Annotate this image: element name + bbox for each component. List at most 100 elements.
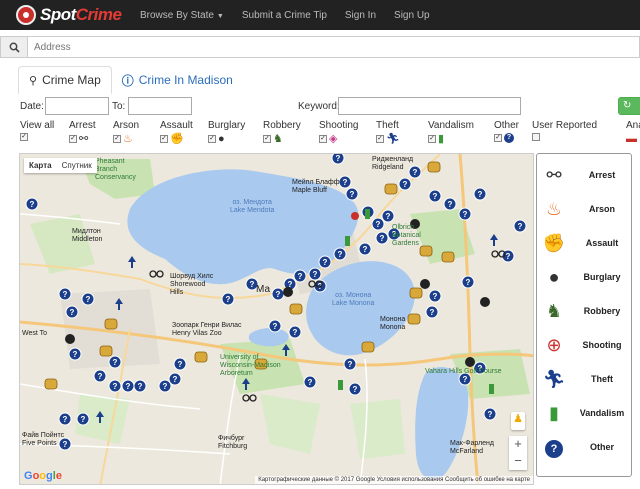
label-ridgeland: Ридженланд Ridgeland — [372, 156, 414, 171]
label-lake-mendota: оз. Мендота Lake Mendota — [230, 199, 275, 214]
keyword-label: Keyword: — [298, 101, 340, 112]
legend-theft: 🏃︎ Theft — [537, 364, 633, 394]
filter-user-reported[interactable]: User Reported — [532, 120, 597, 141]
caret-down-icon: ▼ — [216, 12, 224, 20]
legend-other: ? Other — [537, 432, 633, 462]
checkbox[interactable] — [532, 133, 540, 141]
label-west-town: West To — [22, 330, 48, 337]
label-five-points: Файв Пойнтс Five Points — [22, 432, 65, 447]
zoom-out-button[interactable]: − — [509, 453, 527, 470]
nav-browse-by-state[interactable]: Browse By State ▼ — [140, 10, 224, 21]
nav-sign-in[interactable]: Sign In — [345, 10, 376, 21]
svg-text:?: ? — [386, 212, 391, 221]
label-fitchburg: Фичбург Fitchburg — [218, 435, 248, 450]
svg-text:?: ? — [63, 290, 68, 299]
question-mark-icon: ? — [537, 436, 571, 458]
question-mark-icon: ? — [504, 133, 514, 143]
crime-legend: ⚯ Arrest ♨ Arson ✊ Assault ● Burglary ♞ Robbe… — [536, 153, 632, 477]
filter-other[interactable]: Other ✓? — [494, 120, 519, 143]
filter-burglary[interactable]: Burglary ✓ ● — [208, 120, 245, 145]
svg-text:?: ? — [433, 292, 438, 301]
svg-text:?: ? — [313, 270, 318, 279]
map-pin-icon: ⚲ — [29, 74, 38, 87]
filter-assault[interactable]: Assault ✓ ✊ — [160, 120, 193, 145]
checkbox[interactable]: ✓ — [494, 134, 502, 142]
svg-text:?: ? — [488, 410, 493, 419]
tab-crime-map[interactable]: ⚲ Crime Map — [18, 66, 112, 94]
crime-map[interactable]: ??? ??? ??? ??? ??? ??? ??? ??? ??? ??? … — [19, 153, 534, 485]
logo-badge-icon — [16, 5, 36, 25]
checkbox[interactable]: ✓ — [376, 135, 384, 143]
thief-icon: 🏃︎ — [542, 368, 566, 389]
label-mcfarland: Мак-Фарленд McFarland — [450, 440, 494, 455]
svg-text:?: ? — [293, 328, 298, 337]
date-from-input[interactable] — [45, 97, 109, 115]
legend-robbery: ♞ Robbery — [537, 296, 633, 326]
svg-text:?: ? — [30, 200, 35, 209]
filter-shooting[interactable]: Shooting ✓ ◈ — [319, 120, 358, 145]
refresh-button[interactable]: ↻ — [618, 97, 640, 115]
filter-theft[interactable]: Theft ✓ 🏃︎ — [376, 120, 400, 145]
svg-text:?: ? — [138, 382, 143, 391]
date-to-input[interactable] — [128, 97, 192, 115]
date-filter-row: Date: To: Keyword: ↻ — [0, 97, 640, 117]
svg-text:?: ? — [403, 180, 408, 189]
burglar-icon: ● — [548, 266, 560, 287]
svg-text:?: ? — [113, 382, 118, 391]
checkbox[interactable]: ✓ — [69, 135, 77, 143]
nav-sign-up[interactable]: Sign Up — [394, 10, 430, 21]
filter-vandalism[interactable]: Vandalism ✓ ▮ — [428, 120, 474, 145]
fire-icon: ♨ — [123, 133, 133, 145]
checkbox[interactable]: ✓ — [319, 135, 327, 143]
svg-text:?: ? — [338, 250, 343, 259]
checkbox[interactable]: ✓ — [20, 133, 28, 141]
legend-burglary: ● Burglary — [537, 262, 633, 292]
svg-text:?: ? — [348, 360, 353, 369]
svg-text:?: ? — [466, 278, 471, 287]
address-input[interactable] — [28, 36, 640, 58]
legend-assault: ✊ Assault — [537, 228, 633, 258]
spray-can-icon: ▮ — [549, 402, 559, 423]
spotcrime-logo[interactable]: SpotCrime — [16, 5, 140, 25]
map-type-map-button[interactable]: Карта — [24, 158, 57, 173]
checkbox[interactable]: ✓ — [113, 135, 121, 143]
tab-crime-in-madison[interactable]: ⓘ Crime In Madison — [112, 66, 243, 94]
svg-text:?: ? — [430, 308, 435, 317]
label-pheasant-branch: Pheasant Branch Conservancy — [95, 158, 136, 181]
filter-arrest[interactable]: Arrest ✓ ⚯ — [69, 120, 96, 145]
keyword-input[interactable] — [338, 97, 521, 115]
svg-text:?: ? — [273, 322, 278, 331]
filter-robbery[interactable]: Robbery ✓ ♞ — [263, 120, 301, 145]
svg-text:?: ? — [113, 358, 118, 367]
map-attribution[interactable]: Картографические данные © 2017 Google Ус… — [255, 476, 533, 484]
filter-arson[interactable]: Arson ✓ ♨ — [113, 120, 139, 145]
svg-text:?: ? — [173, 375, 178, 384]
svg-text:?: ? — [380, 234, 385, 243]
zoom-controls: + − — [509, 436, 527, 470]
google-logo: Google — [24, 470, 62, 482]
label-henry-vilas-zoo: Зоопарк Генри Вилас Henry Vilas Zoo — [172, 322, 242, 337]
fire-icon: ♨ — [545, 198, 563, 219]
map-type-toggle: Карта Спутник — [24, 158, 97, 173]
nav-submit-tip[interactable]: Submit a Crime Tip — [242, 10, 327, 21]
label-middleton: Мидлтон Middleton — [72, 228, 103, 243]
street-view-pegman-icon[interactable]: ♟ — [511, 412, 525, 430]
date-label: Date: — [20, 101, 44, 112]
zoom-in-button[interactable]: + — [509, 436, 527, 453]
handcuffs-icon: ⚯ — [79, 133, 89, 145]
label-uw-arboretum: University of Wisconsin-Madison Arboretu… — [220, 354, 281, 377]
filter-view-all[interactable]: View all ✓ — [20, 120, 54, 141]
checkbox[interactable]: ✓ — [263, 135, 271, 143]
crime-type-filters: View all ✓ Arrest ✓ ⚯ Arson ✓ ♨ Assault ✓ ✊… — [0, 120, 640, 150]
checkbox[interactable]: ✓ — [208, 135, 216, 143]
map-type-satellite-button[interactable]: Спутник — [57, 158, 97, 173]
svg-text:?: ? — [376, 220, 381, 229]
map-canvas: ??? ??? ??? ??? ??? ??? ??? ??? ??? ??? … — [20, 154, 533, 484]
tabs: ⚲ Crime Map ⓘ Crime In Madison — [18, 66, 640, 94]
checkbox[interactable]: ✓ — [160, 135, 168, 143]
logo-text: SpotCrime — [40, 5, 122, 24]
search-icon[interactable] — [0, 36, 28, 58]
filter-ana[interactable]: Ana ▬ — [626, 120, 640, 145]
checkbox[interactable]: ✓ — [428, 135, 436, 143]
svg-text:?: ? — [276, 290, 281, 299]
